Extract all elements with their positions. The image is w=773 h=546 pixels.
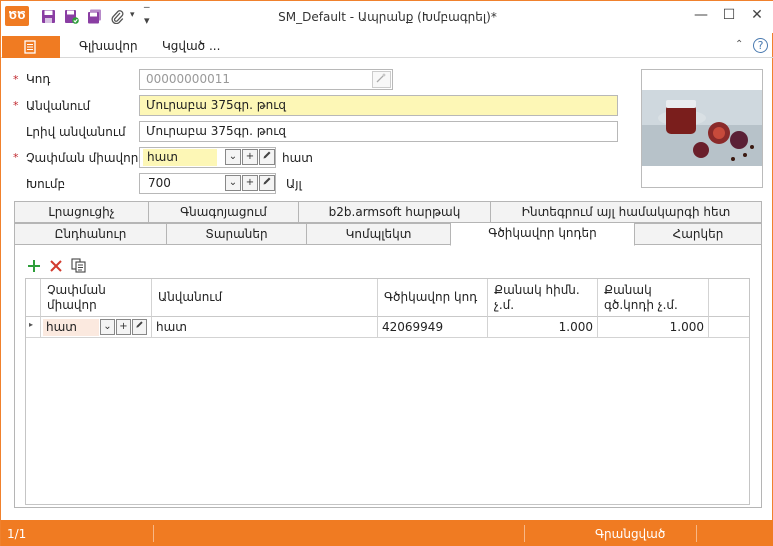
cell-dropdown-button[interactable]: ⌄	[100, 319, 115, 335]
code-generate-button[interactable]	[372, 71, 391, 88]
minimize-button[interactable]: —	[688, 4, 714, 26]
required-marker: *	[13, 99, 19, 112]
unit-cell-input[interactable]: հատ	[43, 319, 99, 336]
current-row-indicator-icon[interactable]: ▸	[26, 317, 41, 338]
menu-main[interactable]: Գլխավոր	[79, 39, 138, 53]
group-display: Այլ	[286, 177, 302, 191]
column-header-qty-base[interactable]: Քանակ հիմն. չ.մ.	[488, 279, 598, 317]
chevron-down-icon: ⌄	[228, 177, 238, 188]
collapse-ribbon-icon[interactable]: ⌃	[735, 39, 743, 50]
name-input[interactable]: Մուրաբա 375գր. թուզ	[139, 95, 618, 116]
delete-row-icon[interactable]	[48, 258, 64, 274]
table-cell-qty-barcode[interactable]: 1.000	[598, 317, 709, 338]
window-title: SM_Default - Ապրանք (Խմբագրել)*	[278, 10, 497, 24]
code-field[interactable]: 00000000011	[139, 69, 393, 90]
record-state: Գրանցված	[595, 527, 666, 541]
status-divider	[524, 525, 525, 542]
required-marker: *	[13, 151, 19, 164]
pencil-icon	[263, 151, 271, 159]
plus-icon: +	[245, 177, 255, 188]
tab-pricing[interactable]: Գնագոյացում	[148, 201, 299, 223]
table-cell-qty-base[interactable]: 1.000	[488, 317, 598, 338]
column-header-filler	[709, 279, 749, 317]
cell-add-button[interactable]: +	[116, 319, 131, 335]
copy-row-icon[interactable]	[70, 257, 87, 274]
barcodes-grid: Չափման միավոր Անվանում Գծիկավոր կոդ Քանա…	[25, 278, 750, 505]
tab-taxes[interactable]: Հարկեր	[634, 223, 762, 245]
pencil-icon	[136, 321, 143, 328]
chevron-down-icon: ⌄	[228, 151, 238, 162]
table-cell-filler	[709, 317, 749, 338]
unit-add-button[interactable]: +	[242, 149, 258, 165]
group-label: Խումբ	[26, 177, 66, 191]
group-dropdown-button[interactable]: ⌄	[225, 175, 241, 191]
table-cell-name[interactable]: հատ	[152, 317, 378, 338]
unit-dropdown-button[interactable]: ⌄	[225, 149, 241, 165]
unit-edit-button[interactable]	[259, 149, 275, 165]
help-icon[interactable]: ?	[753, 38, 768, 53]
row-indicator-header	[26, 279, 41, 317]
column-header-name[interactable]: Անվանում	[152, 279, 378, 317]
cell-edit-button[interactable]	[132, 319, 147, 335]
full-name-input[interactable]: Մուրաբա 375գր. թուզ	[139, 121, 618, 142]
title-bar: ԾԾ ▾ ‾ ▾ SM_Default - Ապրանք (Խմբագրել)* …	[1, 1, 773, 33]
column-header-barcode[interactable]: Գծիկավոր կոդ	[378, 279, 488, 317]
record-counter: 1/1	[7, 527, 27, 541]
tab-kit[interactable]: Կոմպլեկտ	[306, 223, 451, 245]
product-photo	[642, 70, 762, 187]
tab-integration[interactable]: Ինտեգրում այլ համակարգի հետ	[490, 201, 762, 223]
code-label: Կոդ	[26, 72, 51, 86]
close-button[interactable]: ✕	[744, 4, 770, 26]
document-icon	[24, 40, 36, 54]
group-edit-button[interactable]	[259, 175, 275, 191]
required-marker: *	[13, 73, 19, 86]
tab-barcodes[interactable]: Գծիկավոր կոդեր	[450, 222, 635, 246]
column-header-unit[interactable]: Չափման միավոր	[41, 279, 152, 317]
maximize-button[interactable]: ☐	[716, 4, 742, 26]
file-menu-button[interactable]	[2, 36, 60, 58]
unit-input[interactable]: հատ	[143, 149, 217, 166]
tab-containers[interactable]: Տարաներ	[166, 223, 307, 245]
table-cell-barcode[interactable]: 42069949	[378, 317, 488, 338]
menu-attached[interactable]: Կցված ...	[162, 39, 220, 53]
plus-icon: +	[245, 151, 255, 162]
menu-bar: Գլխավոր Կցված ... ⌃ ?	[1, 34, 773, 58]
wand-icon	[376, 73, 386, 83]
product-image[interactable]	[641, 69, 763, 188]
name-label: Անվանում	[26, 99, 91, 113]
unit-label: Չափման միավոր	[26, 151, 139, 165]
tab-general[interactable]: Ընդհանուր	[14, 223, 167, 245]
add-row-icon[interactable]	[26, 258, 42, 274]
code-value: 00000000011	[146, 72, 230, 86]
status-bar: 1/1 Գրանցված	[1, 520, 773, 546]
chevron-down-icon: ⌄	[103, 321, 112, 332]
application-window: ԾԾ ▾ ‾ ▾ SM_Default - Ապրանք (Խմբագրել)* …	[0, 0, 773, 546]
pencil-icon	[263, 177, 271, 185]
group-add-button[interactable]: +	[242, 175, 258, 191]
plus-icon: +	[119, 321, 128, 332]
tab-additional[interactable]: Լրացուցիչ	[14, 201, 149, 223]
column-header-qty-barcode[interactable]: Քանակ գծ.կոդի չ.մ.	[598, 279, 709, 317]
status-divider	[153, 525, 154, 542]
full-name-label: Լրիվ անվանում	[26, 125, 126, 139]
tab-b2b-platform[interactable]: b2b.armsoft հարթակ	[298, 201, 491, 223]
unit-display: հատ	[282, 151, 313, 165]
status-divider	[696, 525, 697, 542]
